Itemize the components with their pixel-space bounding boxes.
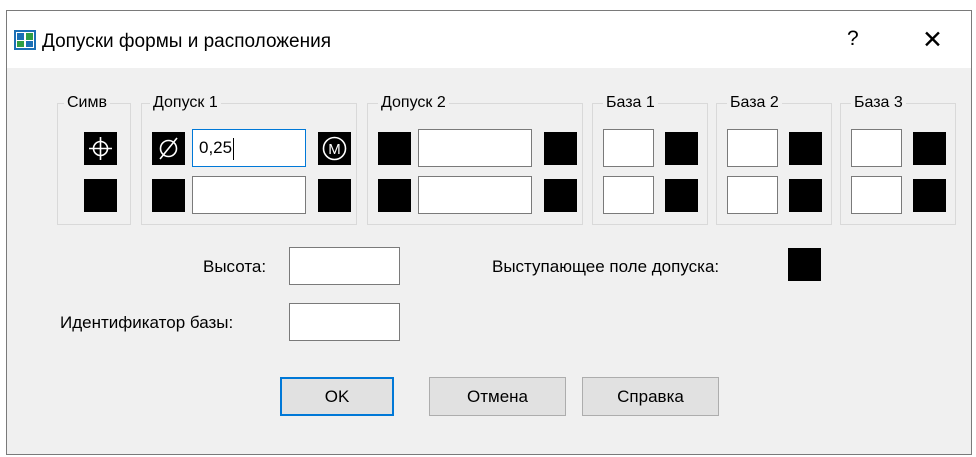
height-label: Высота: <box>203 257 267 276</box>
max-material-condition-icon: M <box>322 136 347 161</box>
tolerance2-modifier-swatch-2[interactable] <box>544 179 577 212</box>
help-title-button[interactable]: ? <box>847 27 859 51</box>
diameter-icon <box>159 137 178 160</box>
datum1-value-2[interactable] <box>603 176 654 214</box>
datum2-value-1[interactable] <box>727 129 778 167</box>
tolerance1-value-1-text: 0,25 <box>199 138 233 157</box>
title-bar: Допуски формы и расположения ? ✕ <box>7 11 971 68</box>
close-button[interactable]: ✕ <box>922 25 943 55</box>
datum1-group: База 1 <box>592 93 708 225</box>
datum3-value-1[interactable] <box>851 129 902 167</box>
symbol-group: Симв <box>57 93 131 225</box>
help-button[interactable]: Справка <box>582 377 719 416</box>
datum1-group-label: База 1 <box>603 93 658 113</box>
datum2-modifier-swatch-2[interactable] <box>789 179 822 212</box>
tolerance2-diameter-swatch[interactable] <box>378 132 411 165</box>
projected-zone-swatch[interactable] <box>788 248 821 281</box>
tolerance2-group: Допуск 2 <box>367 93 583 225</box>
datum1-value-1[interactable] <box>603 129 654 167</box>
tolerance1-value-1[interactable]: 0,25 <box>192 129 306 167</box>
datum3-modifier-swatch-2[interactable] <box>913 179 946 212</box>
height-input[interactable] <box>289 247 400 285</box>
datum1-modifier-swatch-2[interactable] <box>665 179 698 212</box>
position-symbol-icon <box>89 137 112 160</box>
datum3-value-2[interactable] <box>851 176 902 214</box>
symbol-swatch-2[interactable] <box>84 179 117 212</box>
tolerance1-value-2[interactable] <box>192 176 306 214</box>
datum2-group-label: База 2 <box>727 93 782 113</box>
tolerance1-diameter-swatch-2[interactable] <box>152 179 185 212</box>
datum3-modifier-swatch[interactable] <box>913 132 946 165</box>
datum2-group: База 2 <box>716 93 832 225</box>
datum3-group: База 3 <box>840 93 956 225</box>
text-caret <box>233 137 235 160</box>
symbol-swatch-1[interactable] <box>84 132 117 165</box>
tolerance2-value-1[interactable] <box>418 129 532 167</box>
ok-button[interactable]: OK <box>280 377 394 416</box>
tolerance1-group: Допуск 1 0,25 M <box>141 93 357 225</box>
tolerance2-modifier-swatch[interactable] <box>544 132 577 165</box>
app-icon <box>14 30 36 50</box>
tolerance-dialog: Допуски формы и расположения ? ✕ Симв До… <box>6 10 972 455</box>
datum2-value-2[interactable] <box>727 176 778 214</box>
window-title: Допуски формы и расположения <box>42 31 331 52</box>
tolerance1-modifier-swatch[interactable]: M <box>318 132 351 165</box>
mmc-letter: M <box>328 141 341 158</box>
tolerance1-diameter-swatch[interactable] <box>152 132 185 165</box>
tolerance2-diameter-swatch-2[interactable] <box>378 179 411 212</box>
datum3-group-label: База 3 <box>851 93 906 113</box>
symbol-group-label: Симв <box>64 93 110 113</box>
tolerance1-group-label: Допуск 1 <box>150 93 221 113</box>
tolerance1-modifier-swatch-2[interactable] <box>318 179 351 212</box>
tolerance2-group-label: Допуск 2 <box>378 93 449 113</box>
tolerance2-value-2[interactable] <box>418 176 532 214</box>
cancel-button[interactable]: Отмена <box>429 377 566 416</box>
datum-identifier-label: Идентификатор базы: <box>60 313 234 332</box>
datum1-modifier-swatch[interactable] <box>665 132 698 165</box>
datum-identifier-input[interactable] <box>289 303 400 341</box>
projected-zone-label: Выступающее поле допуска: <box>492 257 720 276</box>
datum2-modifier-swatch[interactable] <box>789 132 822 165</box>
